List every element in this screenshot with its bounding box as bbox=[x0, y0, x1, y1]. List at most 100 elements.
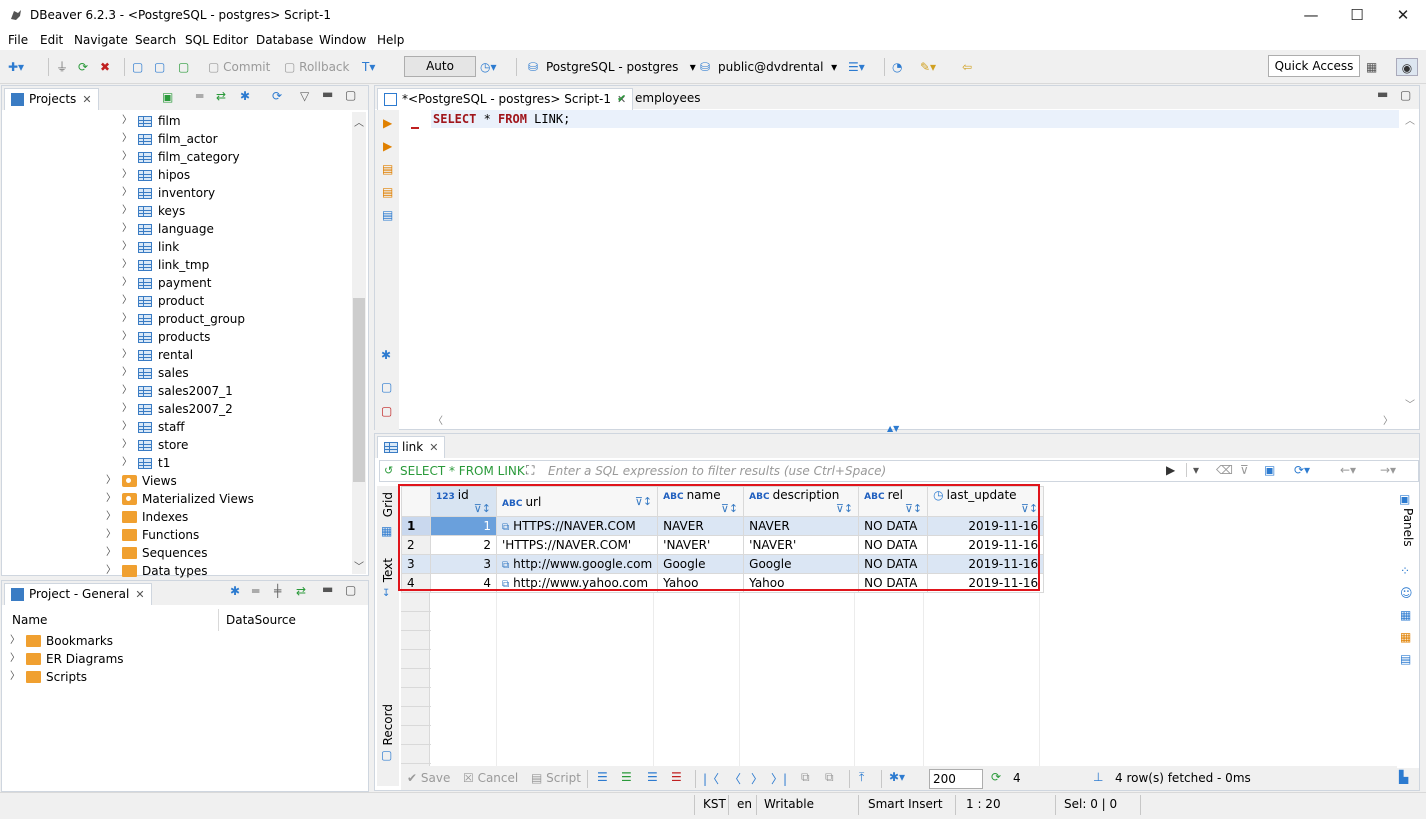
copy-row-icon[interactable]: ☰ bbox=[647, 770, 658, 784]
column-datasource-header[interactable]: DataSource bbox=[226, 613, 296, 627]
menu-file[interactable]: File bbox=[8, 33, 28, 47]
expand-arrow-icon[interactable]: 〉 bbox=[122, 184, 132, 202]
layout-icon[interactable]: ▤ bbox=[1400, 652, 1411, 666]
cell-id[interactable]: 1 bbox=[430, 516, 497, 536]
calc-icon[interactable]: ▦ bbox=[1400, 630, 1411, 644]
column-header-url[interactable]: ABC url ⊽↕ bbox=[495, 486, 659, 517]
commit-button[interactable]: ▢ Commit bbox=[208, 58, 270, 76]
save-button[interactable]: ✔ Save bbox=[407, 771, 450, 785]
menu-navigate[interactable]: Navigate bbox=[74, 33, 128, 47]
minimize-panel-icon[interactable]: ▬ bbox=[322, 582, 333, 596]
expand-arrow-icon[interactable]: 〉 bbox=[122, 400, 132, 418]
expand-arrow-icon[interactable]: 〉 bbox=[122, 220, 132, 238]
settings-icon[interactable]: ✱ bbox=[230, 584, 240, 598]
record-icon[interactable]: ▢ bbox=[381, 748, 392, 762]
column-header-rel[interactable]: ABC rel ⊽↕ bbox=[858, 486, 929, 517]
layout-toggle-icon[interactable]: ▙ bbox=[1399, 770, 1408, 784]
maximize-panel-icon[interactable]: ▢ bbox=[345, 583, 356, 597]
cell-name[interactable]: 'NAVER' bbox=[657, 535, 745, 555]
edit-row-icon[interactable]: ☰ bbox=[597, 770, 608, 784]
expand-arrow-icon[interactable]: 〉 bbox=[122, 364, 132, 382]
menu-sql-editor[interactable]: SQL Editor bbox=[185, 33, 248, 47]
row-number[interactable]: 3 bbox=[401, 554, 431, 574]
tools-icon[interactable]: ✎▾ bbox=[920, 58, 936, 76]
table-row[interactable]: 3 3 ⧉ http://www.google.com Google Google NO D… bbox=[401, 554, 1045, 574]
value-panel-icon[interactable]: ⁘ bbox=[1400, 564, 1410, 578]
results-table[interactable]: 123 id ⊽↕ ABC url ⊽↕ ABC name ⊽↕ ABC descriptio… bbox=[401, 486, 1045, 593]
close-icon[interactable]: ✕ bbox=[429, 441, 438, 454]
active-connection-select[interactable]: PostgreSQL - postgres ▾ bbox=[546, 58, 696, 76]
explain-plan-icon[interactable]: ▤ bbox=[382, 208, 393, 222]
link-icon[interactable]: ⧉ bbox=[502, 579, 509, 590]
back-icon[interactable]: ⇦ bbox=[962, 58, 972, 76]
new-script-icon[interactable]: ▢ bbox=[154, 58, 165, 76]
close-button[interactable]: ✕ bbox=[1380, 0, 1426, 31]
execute-statement-icon[interactable]: ▶ bbox=[383, 116, 392, 130]
cell-id[interactable]: 2 bbox=[430, 535, 497, 555]
erase-filter-icon[interactable]: ⌫ bbox=[1216, 463, 1233, 477]
panels-toggle-icon[interactable]: ▣ bbox=[1264, 463, 1275, 477]
menu-search[interactable]: Search bbox=[135, 33, 176, 47]
scroll-right-icon[interactable]: 〉 bbox=[1383, 412, 1393, 427]
expand-filter-icon[interactable]: ⛶ bbox=[526, 463, 534, 478]
scroll-up-icon[interactable]: ︿ bbox=[1405, 112, 1415, 127]
tab-link[interactable]: link ✕ bbox=[377, 436, 446, 458]
cell-name[interactable]: Google bbox=[657, 554, 745, 574]
link-editor-icon[interactable]: ⇄ bbox=[216, 89, 226, 103]
add-row-icon[interactable]: ☰ bbox=[621, 770, 632, 784]
expand-icon[interactable]: ╪ bbox=[274, 584, 281, 598]
column-name-header[interactable]: Name bbox=[12, 613, 47, 627]
column-header-name[interactable]: ABC name ⊽↕ bbox=[657, 486, 745, 517]
filter-sort-icon[interactable]: ⊽↕ bbox=[721, 502, 738, 515]
cell-rel[interactable]: NO DATA bbox=[858, 516, 929, 536]
link-icon[interactable]: ⧉ bbox=[502, 560, 509, 571]
filter-sort-icon[interactable]: ⊽↕ bbox=[474, 502, 491, 515]
settings-icon[interactable]: ✱▾ bbox=[889, 770, 905, 784]
editor-vscrollbar[interactable] bbox=[1399, 110, 1419, 410]
column-header-id[interactable]: 123 id ⊽↕ bbox=[430, 486, 497, 517]
link-editor-icon[interactable]: ⇄ bbox=[296, 584, 306, 598]
cell-description[interactable]: 'NAVER' bbox=[743, 535, 860, 555]
back-icon[interactable]: ←▾ bbox=[1340, 463, 1356, 477]
maximize-results-icon[interactable]: ▲▼ bbox=[887, 425, 899, 433]
refresh-icon[interactable]: ⟳▾ bbox=[1294, 463, 1310, 477]
rollback-button[interactable]: ▢ Rollback bbox=[284, 58, 349, 76]
expand-arrow-icon[interactable]: 〉 bbox=[122, 130, 132, 148]
cell-last-update[interactable]: 2019-11-16 bbox=[927, 554, 1045, 574]
scroll-down-icon[interactable]: ﹀ bbox=[1405, 396, 1415, 411]
expand-arrow-icon[interactable]: 〉 bbox=[122, 112, 132, 130]
panels-tab[interactable]: Panels bbox=[1401, 508, 1415, 547]
tab-projects[interactable]: Projects ✕ bbox=[4, 88, 99, 110]
text-tab[interactable]: Text bbox=[381, 558, 395, 582]
tree-scrollbar-thumb[interactable] bbox=[353, 298, 365, 482]
column-header-last-update[interactable]: ◷ last_update ⊽↕ bbox=[927, 486, 1045, 517]
settings-icon[interactable]: ✱ bbox=[381, 348, 391, 362]
cell-name[interactable]: Yahoo bbox=[657, 573, 745, 593]
filter-sort-icon[interactable]: ⊽↕ bbox=[1021, 502, 1038, 515]
expand-arrow-icon[interactable]: 〉 bbox=[10, 668, 20, 686]
metadata-icon[interactable]: ▦ bbox=[1400, 608, 1411, 622]
add-icon[interactable]: ▣ bbox=[162, 90, 173, 104]
connect-icon[interactable]: ⏚ bbox=[56, 58, 68, 76]
expand-arrow-icon[interactable]: 〉 bbox=[122, 166, 132, 184]
grid-tab[interactable]: Grid bbox=[381, 492, 395, 517]
forward-icon[interactable]: →▾ bbox=[1380, 463, 1396, 477]
fetch-all-icon[interactable]: ⧉ bbox=[825, 770, 834, 785]
expand-arrow-icon[interactable]: 〉 bbox=[106, 472, 116, 490]
execute-new-tab-icon[interactable]: ▶ bbox=[383, 139, 392, 153]
dashboard-icon[interactable]: ◔ bbox=[892, 58, 902, 76]
table-row[interactable]: 4 4 ⧉ http://www.yahoo.com Yahoo Yahoo NO DATA… bbox=[401, 573, 1045, 593]
expand-arrow-icon[interactable]: 〉 bbox=[122, 436, 132, 454]
menu-database[interactable]: Database bbox=[256, 33, 313, 47]
collapse-icon[interactable]: ═ bbox=[196, 89, 203, 103]
scroll-left-icon[interactable]: 〈 bbox=[433, 412, 443, 427]
filter-settings-icon[interactable]: ⊽ bbox=[1240, 463, 1249, 477]
cell-url[interactable]: ⧉ http://www.google.com bbox=[495, 554, 659, 574]
filter-history-icon[interactable]: ▾ bbox=[1186, 463, 1199, 477]
cell-url[interactable]: 'HTTPS://NAVER.COM' bbox=[495, 535, 659, 555]
expand-arrow-icon[interactable]: 〉 bbox=[106, 490, 116, 508]
cell-rel[interactable]: NO DATA bbox=[858, 554, 929, 574]
cell-description[interactable]: Google bbox=[743, 554, 860, 574]
cell-last-update[interactable]: 2019-11-16 bbox=[927, 573, 1045, 593]
link-icon[interactable]: ⧉ bbox=[502, 522, 509, 533]
